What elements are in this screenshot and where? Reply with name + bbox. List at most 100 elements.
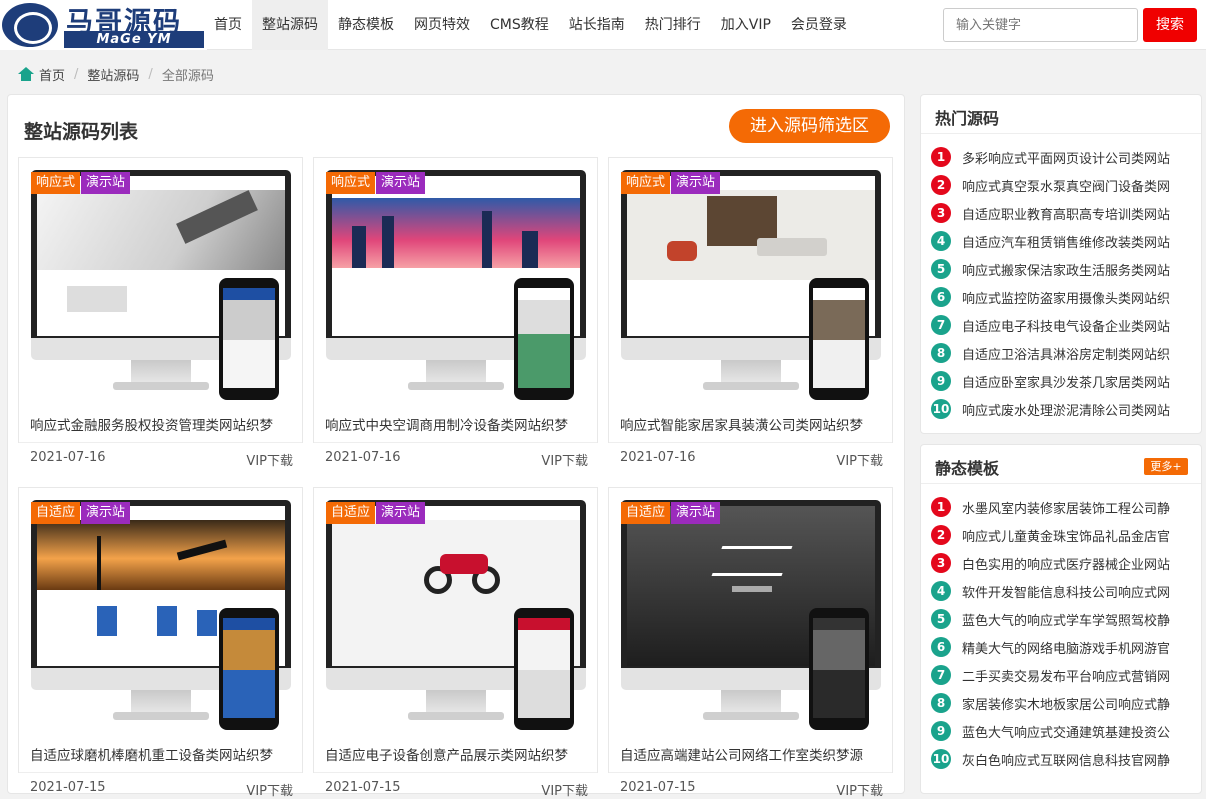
demo-badge[interactable]: 演示站	[376, 172, 426, 194]
list-item[interactable]: 8 自适应卫浴洁具淋浴房定制类网站织	[931, 339, 1196, 367]
list-item-link[interactable]: 响应式搬家保洁家政生活服务类网站	[962, 260, 1196, 279]
breadcrumb-separator: /	[74, 66, 79, 82]
list-item[interactable]: 7 二手买卖交易发布平台响应式营销网	[931, 661, 1196, 689]
demo-badge[interactable]: 演示站	[81, 502, 131, 524]
filter-zone-button[interactable]: 进入源码筛选区	[729, 109, 890, 143]
list-item[interactable]: 6 精美大气的网络电脑游戏手机网游官	[931, 633, 1196, 661]
list-item-link[interactable]: 水墨风室内装修家居装饰工程公司静	[962, 498, 1196, 517]
layout-type-badge: 自适应	[326, 502, 376, 524]
search-button[interactable]: 搜索	[1143, 8, 1197, 42]
list-item-link[interactable]: 自适应卧室家具沙发茶几家居类网站	[962, 372, 1196, 391]
nav-item[interactable]: 加入VIP	[711, 0, 781, 50]
card-title-link[interactable]: 自适应电子设备创意产品展示类网站织梦	[325, 744, 568, 764]
vip-download-link[interactable]: VIP下载	[541, 450, 588, 469]
list-item-link[interactable]: 白色实用的响应式医疗器械企业网站	[962, 554, 1196, 573]
breadcrumb-home[interactable]: 首页	[39, 65, 65, 84]
source-card[interactable]: 自适应 演示站 自适应高端建站公司网络工作室类织梦源 2021-07-15 VIP下载	[608, 487, 893, 799]
list-item-link[interactable]: 蓝色大气响应式交通建筑基建投资公	[962, 722, 1196, 741]
layout-type-badge: 自适应	[621, 502, 671, 524]
template-preview-image[interactable]	[31, 500, 291, 730]
list-item-link[interactable]: 响应式监控防盗家用摄像头类网站织	[962, 288, 1196, 307]
source-card[interactable]: 自适应 演示站 自适应电子设备创意产品展示类网站织梦 2021-07-15 VIP下载	[313, 487, 598, 799]
list-item-link[interactable]: 自适应卫浴洁具淋浴房定制类网站织	[962, 344, 1196, 363]
card-title-link[interactable]: 响应式中央空调商用制冷设备类网站织梦	[325, 414, 568, 434]
list-item-link[interactable]: 多彩响应式平面网页设计公司类网站	[962, 148, 1196, 167]
list-item[interactable]: 7 自适应电子科技电气设备企业类网站	[931, 311, 1196, 339]
more-button[interactable]: 更多+	[1144, 458, 1188, 475]
list-item-link[interactable]: 自适应职业教育高职高专培训类网站	[962, 204, 1196, 223]
breadcrumb-section[interactable]: 整站源码	[87, 65, 139, 84]
list-item-link[interactable]: 自适应汽车租赁销售维修改装类网站	[962, 232, 1196, 251]
nav-item[interactable]: 站长指南	[559, 0, 635, 50]
list-item[interactable]: 1 水墨风室内装修家居装饰工程公司静	[931, 493, 1196, 521]
card-title-link[interactable]: 响应式金融服务股权投资管理类网站织梦	[30, 414, 273, 434]
list-item-link[interactable]: 灰白色响应式互联网信息科技官网静	[962, 750, 1196, 769]
nav-item[interactable]: 静态模板	[328, 0, 404, 50]
demo-badge[interactable]: 演示站	[671, 172, 721, 194]
logo-mark-icon	[2, 3, 58, 47]
main-nav: 首页 整站源码 静态模板 网页特效 CMS教程 站长指南 热门排行 加入VIP 会员登录	[204, 0, 857, 50]
list-item[interactable]: 9 蓝色大气响应式交通建筑基建投资公	[931, 717, 1196, 745]
site-logo[interactable]: 马哥源码 MaGe YM	[0, 0, 207, 50]
list-item-link[interactable]: 软件开发智能信息科技公司响应式网	[962, 582, 1196, 601]
list-item-link[interactable]: 自适应电子科技电气设备企业类网站	[962, 316, 1196, 335]
list-item[interactable]: 3 白色实用的响应式医疗器械企业网站	[931, 549, 1196, 577]
divider	[609, 772, 892, 773]
list-item[interactable]: 4 自适应汽车租赁销售维修改装类网站	[931, 227, 1196, 255]
card-title-link[interactable]: 自适应球磨机棒磨机重工设备类网站织梦	[30, 744, 273, 764]
list-item[interactable]: 1 多彩响应式平面网页设计公司类网站	[931, 143, 1196, 171]
vip-download-link[interactable]: VIP下载	[246, 450, 293, 469]
list-item[interactable]: 3 自适应职业教育高职高专培训类网站	[931, 199, 1196, 227]
list-item-link[interactable]: 响应式真空泵水泵真空阀门设备类网	[962, 176, 1196, 195]
list-item[interactable]: 10 灰白色响应式互联网信息科技官网静	[931, 745, 1196, 773]
list-item-link[interactable]: 蓝色大气的响应式学车学驾照驾校静	[962, 610, 1196, 629]
top-header: 马哥源码 MaGe YM 首页 整站源码 静态模板 网页特效 CMS教程 站长指南 热门排行…	[0, 0, 1206, 50]
vip-download-link[interactable]: VIP下载	[836, 450, 883, 469]
vip-download-link[interactable]: VIP下载	[836, 780, 883, 799]
breadcrumb-separator: /	[148, 66, 153, 82]
list-item[interactable]: 10 响应式废水处理淤泥清除公司类网站	[931, 395, 1196, 423]
template-preview-image[interactable]	[31, 170, 291, 400]
list-item[interactable]: 5 蓝色大气的响应式学车学驾照驾校静	[931, 605, 1196, 633]
list-item[interactable]: 8 家居装修实木地板家居公司响应式静	[931, 689, 1196, 717]
nav-item[interactable]: CMS教程	[480, 0, 559, 50]
monitor-base	[113, 712, 209, 720]
phone-screen	[813, 618, 865, 718]
vip-download-link[interactable]: VIP下载	[541, 780, 588, 799]
source-card[interactable]: 响应式 演示站 响应式中央空调商用制冷设备类网站织梦 2021-07-16 VIP下载	[313, 157, 598, 469]
phone-illustration	[809, 278, 869, 400]
source-card[interactable]: 自适应 演示站 自适应球磨机棒磨机重工设备类网站织梦 2021-07-15 VIP下载	[18, 487, 303, 799]
template-preview-image[interactable]	[621, 500, 881, 730]
monitor-stand	[426, 360, 486, 384]
list-item-link[interactable]: 响应式儿童黄金珠宝饰品礼品金店官	[962, 526, 1196, 545]
list-item[interactable]: 9 自适应卧室家具沙发茶几家居类网站	[931, 367, 1196, 395]
monitor-base	[703, 712, 799, 720]
template-preview-image[interactable]	[621, 170, 881, 400]
card-title-link[interactable]: 响应式智能家居家具装潢公司类网站织梦	[620, 414, 863, 434]
vip-download-link[interactable]: VIP下载	[246, 780, 293, 799]
template-preview-image[interactable]	[326, 500, 586, 730]
nav-item[interactable]: 首页	[204, 0, 252, 50]
demo-badge[interactable]: 演示站	[671, 502, 721, 524]
list-item-link[interactable]: 响应式废水处理淤泥清除公司类网站	[962, 400, 1196, 419]
card-title-link[interactable]: 自适应高端建站公司网络工作室类织梦源	[620, 744, 863, 764]
nav-item[interactable]: 会员登录	[781, 0, 857, 50]
list-item[interactable]: 2 响应式儿童黄金珠宝饰品礼品金店官	[931, 521, 1196, 549]
source-card[interactable]: 响应式 演示站 响应式金融服务股权投资管理类网站织梦 2021-07-16 VIP下载	[18, 157, 303, 469]
list-item-link[interactable]: 家居装修实木地板家居公司响应式静	[962, 694, 1196, 713]
search-input[interactable]	[943, 8, 1138, 42]
demo-badge[interactable]: 演示站	[376, 502, 426, 524]
nav-item[interactable]: 热门排行	[635, 0, 711, 50]
card-date: 2021-07-16	[620, 450, 696, 465]
list-item-link[interactable]: 二手买卖交易发布平台响应式营销网	[962, 666, 1196, 685]
list-item[interactable]: 2 响应式真空泵水泵真空阀门设备类网	[931, 171, 1196, 199]
source-card[interactable]: 响应式 演示站 响应式智能家居家具装潢公司类网站织梦 2021-07-16 VIP下载	[608, 157, 893, 469]
demo-badge[interactable]: 演示站	[81, 172, 131, 194]
list-item[interactable]: 5 响应式搬家保洁家政生活服务类网站	[931, 255, 1196, 283]
list-item[interactable]: 6 响应式监控防盗家用摄像头类网站织	[931, 283, 1196, 311]
list-item-link[interactable]: 精美大气的网络电脑游戏手机网游官	[962, 638, 1196, 657]
list-item[interactable]: 4 软件开发智能信息科技公司响应式网	[931, 577, 1196, 605]
template-preview-image[interactable]	[326, 170, 586, 400]
nav-item[interactable]: 整站源码	[252, 0, 328, 50]
nav-item[interactable]: 网页特效	[404, 0, 480, 50]
